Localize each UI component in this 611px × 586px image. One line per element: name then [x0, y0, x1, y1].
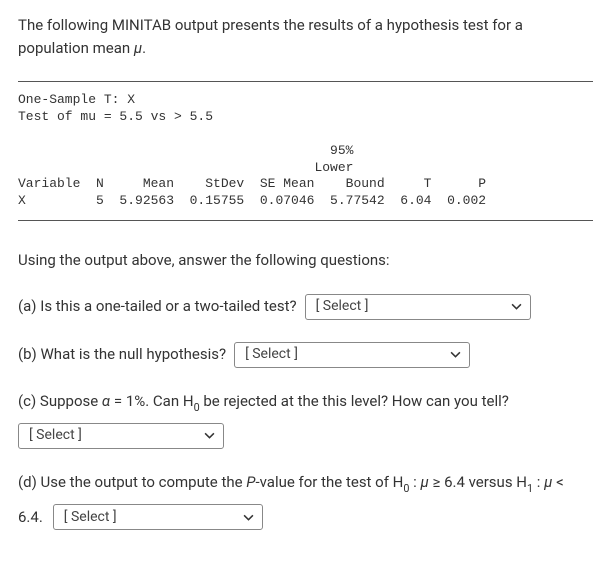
h1-subscript: 1	[527, 482, 533, 495]
question-a-text: (a) Is this a one-tailed or a two-tailed…	[18, 295, 297, 318]
select-placeholder: [ Select ]	[29, 425, 82, 446]
minitab-header-1: 95%	[18, 143, 593, 160]
question-b-select[interactable]: [ Select ]	[234, 342, 470, 368]
chevron-down-icon	[511, 301, 522, 312]
question-b-row: (b) What is the null hypothesis? [ Selec…	[18, 342, 593, 368]
mu-symbol: μ	[421, 473, 429, 491]
chevron-down-icon	[243, 512, 254, 523]
question-d-row: (d) Use the output to compute the P-valu…	[18, 471, 593, 530]
minitab-line-2: Test of mu = 5.5 vs > 5.5	[18, 109, 593, 126]
minitab-line-1: One-Sample T: X	[18, 92, 593, 109]
alpha-symbol: α	[102, 392, 110, 410]
minitab-output-block: One-Sample T: X Test of mu = 5.5 vs > 5.…	[18, 81, 593, 221]
select-placeholder: [ Select ]	[245, 344, 298, 365]
chevron-down-icon	[204, 430, 215, 441]
select-placeholder: [ Select ]	[64, 507, 117, 528]
question-d-text-line1: (d) Use the output to compute the P-valu…	[18, 473, 564, 491]
question-a-row: (a) Is this a one-tailed or a two-tailed…	[18, 294, 593, 320]
minitab-blank	[18, 126, 593, 143]
question-b-text: (b) What is the null hypothesis?	[18, 343, 226, 366]
intro-after: .	[142, 39, 146, 57]
question-d-text-line2-val: 6.4.	[18, 506, 43, 529]
minitab-header-3: Variable N Mean StDev SE Mean Bound T P	[18, 176, 593, 193]
question-a-select[interactable]: [ Select ]	[305, 294, 531, 320]
intro-text: The following MINITAB output presents th…	[18, 14, 593, 59]
using-heading: Using the output above, answer the follo…	[18, 249, 593, 272]
chevron-down-icon	[450, 349, 461, 360]
intro-mu: μ	[134, 39, 142, 57]
h0-subscript: 0	[403, 482, 409, 495]
question-c-text: (c) Suppose α = 1%. Can H0 be rejected a…	[18, 392, 509, 410]
minitab-header-2: Lower	[18, 160, 593, 177]
question-d-select[interactable]: [ Select ]	[53, 504, 263, 530]
question-c-select[interactable]: [ Select ]	[18, 423, 224, 449]
select-placeholder: [ Select ]	[316, 296, 369, 317]
intro-before: The following MINITAB output presents th…	[18, 16, 523, 57]
h0-subscript: 0	[194, 401, 200, 414]
question-c-row: (c) Suppose α = 1%. Can H0 be rejected a…	[18, 390, 593, 449]
minitab-data-row: X 5 5.92563 0.15755 0.07046 5.77542 6.04…	[18, 193, 593, 210]
